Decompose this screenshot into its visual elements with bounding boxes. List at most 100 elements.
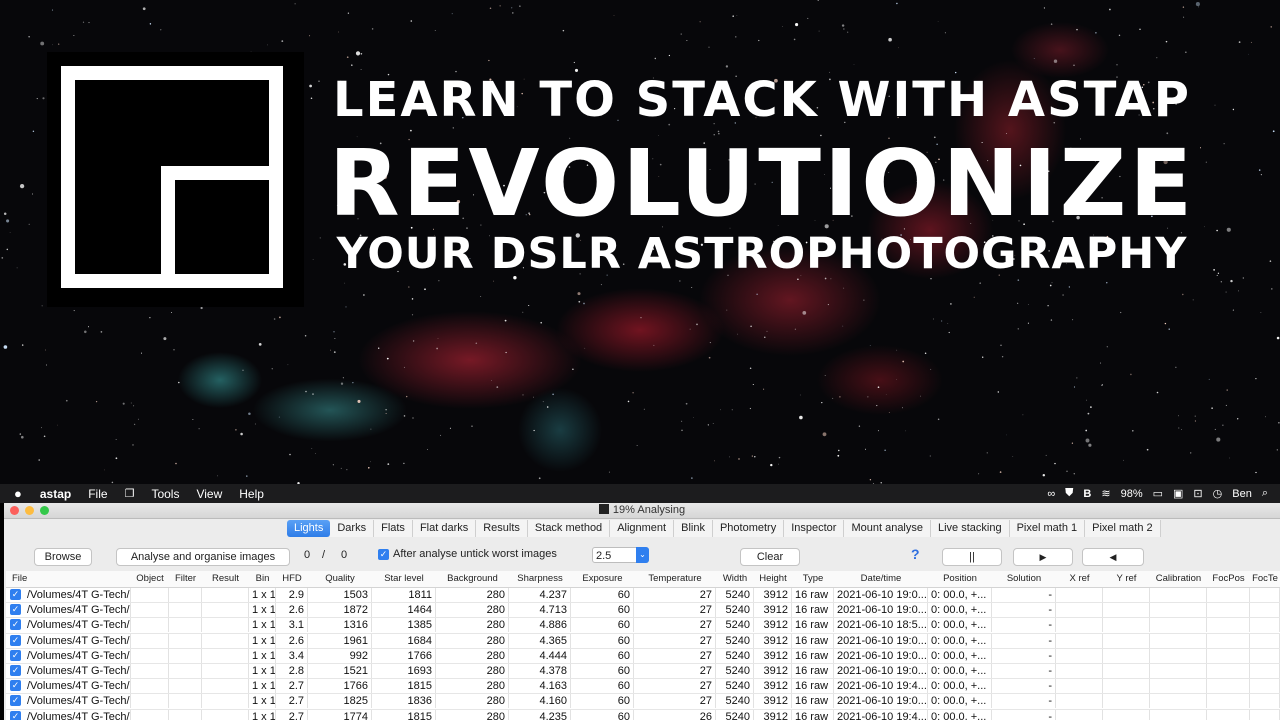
back-button[interactable]: ◀ — [1082, 548, 1144, 566]
display-icon[interactable]: ▣ — [1173, 487, 1183, 500]
column-header-hfd[interactable]: HFD — [276, 571, 308, 587]
tab-blink[interactable]: Blink — [674, 520, 713, 537]
user-name[interactable]: Ben — [1232, 488, 1252, 500]
table-row[interactable]: ✓/Volumes/4T G-Tech/Ei 1 x 1 2.9 1503 1811 28… — [6, 588, 1280, 604]
airplay-icon[interactable]: ⊡ — [1193, 487, 1202, 500]
apple-icon[interactable]: ● — [14, 486, 22, 501]
cell-result — [202, 709, 249, 720]
play-button[interactable]: ▶ — [1013, 548, 1073, 566]
tab-results[interactable]: Results — [476, 520, 528, 537]
column-header-file[interactable]: File — [10, 571, 131, 587]
menu-file[interactable]: File — [88, 487, 107, 501]
column-header-position[interactable]: Position — [928, 571, 992, 587]
title-bar[interactable]: 19% Analysing — [4, 503, 1280, 519]
windows-icon[interactable]: ❐ — [125, 487, 135, 500]
tab-darks[interactable]: Darks — [330, 520, 375, 537]
table-row[interactable]: ✓/Volumes/4T G-Tech/Ei 1 x 1 2.7 1766 1815 28… — [6, 679, 1280, 695]
star — [449, 427, 451, 429]
shield-icon[interactable]: ⛊ — [1065, 487, 1073, 500]
chevron-down-icon[interactable]: ⌄ — [636, 547, 649, 563]
star — [338, 31, 339, 33]
column-header-quality[interactable]: Quality — [308, 571, 372, 587]
cell-xref — [1056, 603, 1103, 618]
column-header-filter[interactable]: Filter — [169, 571, 202, 587]
cell-file: /Volumes/4T G-Tech/Ei — [24, 603, 131, 618]
column-header-width[interactable]: Width — [716, 571, 754, 587]
cell-focte — [1250, 679, 1280, 694]
clock-icon[interactable]: ◷ — [1213, 487, 1223, 500]
search-icon[interactable]: ⌕ — [1262, 487, 1268, 500]
untick-worst-checkbox[interactable]: ✓ After analyse untick worst images — [378, 548, 557, 560]
star — [1054, 462, 1056, 465]
star — [309, 84, 312, 88]
row-checkbox[interactable]: ✓ — [10, 589, 21, 600]
tab-alignment[interactable]: Alignment — [610, 520, 675, 537]
table-row[interactable]: ✓/Volumes/4T G-Tech/Ei 1 x 1 2.7 1825 1836 28… — [6, 694, 1280, 710]
row-checkbox[interactable]: ✓ — [10, 619, 21, 631]
table-row[interactable]: ✓/Volumes/4T G-Tech/Ei 1 x 1 3.1 1316 1385 28… — [6, 618, 1280, 634]
checkmark-icon[interactable]: ✓ — [378, 548, 389, 560]
row-checkbox[interactable]: ✓ — [10, 710, 21, 720]
tab-pixel-math-1[interactable]: Pixel math 1 — [1009, 520, 1086, 537]
column-header-y-ref[interactable]: Y ref — [1103, 571, 1150, 587]
table-row[interactable]: ✓/Volumes/4T G-Tech/Ei 1 x 1 3.4 992 1766 280… — [6, 648, 1280, 664]
tab-stack-method[interactable]: Stack method — [527, 520, 611, 537]
tab-flats[interactable]: Flats — [374, 520, 413, 537]
column-header-bin[interactable]: Bin — [249, 571, 276, 587]
wifi-icon[interactable]: ≋ — [1101, 487, 1110, 500]
menu-view[interactable]: View — [196, 487, 222, 501]
column-header-exposure[interactable]: Exposure — [571, 571, 634, 587]
column-header-type[interactable]: Type — [792, 571, 834, 587]
column-header-date-time[interactable]: Date/time — [834, 571, 928, 587]
browse-button[interactable]: Browse — [34, 548, 92, 566]
menu-app-astap[interactable]: astap — [40, 487, 71, 501]
row-checkbox[interactable]: ✓ — [10, 680, 21, 692]
b-app-icon[interactable]: B — [1083, 488, 1091, 500]
tab-flat-darks[interactable]: Flat darks — [412, 520, 477, 537]
column-header-focpos[interactable]: FocPos — [1207, 571, 1250, 587]
row-checkbox[interactable]: ✓ — [10, 634, 21, 646]
column-header-star-level[interactable]: Star level — [372, 571, 436, 587]
cell-exp: 60 — [571, 603, 634, 618]
table-row[interactable]: ✓/Volumes/4T G-Tech/Ei 1 x 1 2.8 1521 1693 28… — [6, 663, 1280, 680]
tab-pixel-math-2[interactable]: Pixel math 2 — [1085, 520, 1161, 537]
column-header-background[interactable]: Background — [436, 571, 509, 587]
pause-button[interactable]: || — [942, 548, 1002, 566]
star — [583, 302, 585, 305]
column-header-x-ref[interactable]: X ref — [1056, 571, 1103, 587]
column-header-solution[interactable]: Solution — [992, 571, 1056, 587]
battery-icon[interactable]: ▭ — [1153, 487, 1163, 500]
row-checkbox[interactable]: ✓ — [10, 695, 21, 707]
tab-lights[interactable]: Lights — [287, 520, 331, 537]
tab-photometry[interactable]: Photometry — [712, 520, 785, 537]
tab-mount-analyse[interactable]: Mount analyse — [844, 520, 931, 537]
maximize-window-button[interactable] — [40, 506, 49, 515]
tab-live-stacking[interactable]: Live stacking — [931, 520, 1010, 537]
clear-button[interactable]: Clear — [740, 548, 800, 566]
creative-cloud-icon[interactable]: ∞ — [1047, 488, 1055, 500]
column-header-sharpness[interactable]: Sharpness — [509, 571, 571, 587]
minimize-window-button[interactable] — [25, 506, 34, 515]
tab-inspector[interactable]: Inspector — [784, 520, 845, 537]
help-icon[interactable]: ? — [911, 546, 920, 562]
row-checkbox[interactable]: ✓ — [10, 604, 21, 616]
worst-threshold-select[interactable]: 2.5 ⌄ — [592, 547, 649, 563]
column-header-temperature[interactable]: Temperature — [634, 571, 716, 587]
table-row[interactable]: ✓/Volumes/4T G-Tech/Ei 1 x 1 2.7 1774 1815 28… — [6, 709, 1280, 720]
star — [533, 396, 534, 398]
column-header-height[interactable]: Height — [754, 571, 792, 587]
menu-help[interactable]: Help — [239, 487, 264, 501]
menu-tools[interactable]: Tools — [151, 487, 179, 501]
row-checkbox[interactable]: ✓ — [10, 664, 21, 676]
column-header-result[interactable]: Result — [202, 571, 249, 587]
column-header-focte[interactable]: FocTe — [1250, 571, 1280, 587]
row-checkbox[interactable]: ✓ — [10, 649, 21, 661]
close-window-button[interactable] — [10, 506, 19, 515]
column-header-calibration[interactable]: Calibration — [1150, 571, 1207, 587]
table-row[interactable]: ✓/Volumes/4T G-Tech/Ei 1 x 1 2.6 1872 1464 28… — [6, 603, 1280, 619]
star — [719, 409, 721, 411]
analyse-button[interactable]: Analyse and organise images — [116, 548, 290, 566]
column-header-object[interactable]: Object — [131, 571, 169, 587]
cell-xref — [1056, 663, 1103, 678]
table-row[interactable]: ✓/Volumes/4T G-Tech/Ei 1 x 1 2.6 1961 1684 28… — [6, 633, 1280, 649]
